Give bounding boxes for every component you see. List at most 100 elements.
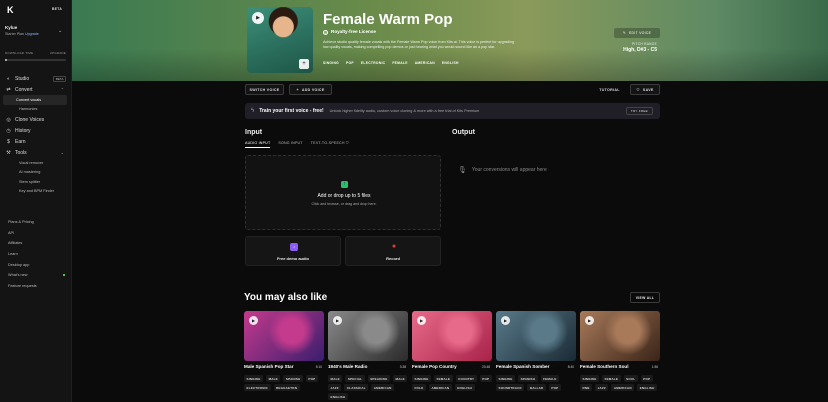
download-time: DOWNLOAD TIME UPGRADE — [5, 51, 66, 55]
nav-studio[interactable]: ◐ Studio BETA — [0, 73, 72, 84]
tag: COUNTRY — [455, 375, 477, 382]
view-all-button[interactable]: VIEW ALL — [630, 292, 660, 303]
chevron-down-icon[interactable]: ⌄ — [58, 28, 62, 34]
studio-icon: ◐ — [6, 75, 11, 82]
footer-learn[interactable]: Learn — [0, 249, 72, 260]
add-voice-button[interactable]: + ADD VOICE — [289, 84, 332, 95]
nav-clone-voices[interactable]: ◎ Clone Voices — [0, 114, 72, 125]
tab-audio-input[interactable]: AUDIO INPUT — [245, 141, 271, 148]
footer-api[interactable]: API — [0, 228, 72, 239]
voice-card[interactable]: ▶ Female Southern Soul 1:56 SINGING FEMALE SO… — [580, 311, 660, 391]
dollar-icon: $ — [7, 138, 10, 145]
switch-voice-button[interactable]: SWITCH VOICE — [245, 84, 284, 95]
drop-subtitle: Click and browse, or drag and drop here. — [311, 202, 377, 206]
voice-card-image[interactable]: ▶ — [496, 311, 576, 361]
sub-ai-mastering[interactable]: AI mastering — [3, 168, 67, 178]
tag: POP — [346, 61, 354, 65]
license-label: © Royalty-free License — [323, 29, 376, 35]
upgrade-link[interactable]: Upgrade — [25, 32, 39, 36]
tag: FEMALE — [434, 375, 453, 382]
try-free-button[interactable]: TRY FREE — [625, 107, 653, 115]
sub-stem-splitter[interactable]: Stem splitter — [3, 177, 67, 187]
voice-card[interactable]: ▶ 1940's Male Radio 3:38 MALE SPECIAL SPEAKIN… — [328, 311, 408, 400]
voice-card-tags: SINGING FEMALE COUNTRY POP FOLK AMERICAN ENGLI… — [412, 375, 492, 391]
voice-card-title: Female Southern Soul 1:56 — [580, 364, 660, 373]
voice-card-image[interactable]: ▶ — [580, 311, 660, 361]
play-icon[interactable]: ▶ — [585, 316, 594, 325]
tag: POP — [548, 384, 561, 391]
kits-logo[interactable]: K — [7, 6, 15, 15]
sub-harmonies[interactable]: Harmonies — [3, 105, 67, 115]
voice-card[interactable]: ▶ Female Spanish Somber 8:40 SINGING SPANISH… — [496, 311, 576, 391]
play-icon[interactable]: ▶ — [252, 12, 264, 24]
add-voice-label: ADD VOICE — [301, 87, 325, 92]
output-placeholder-text: Your conversions will appear here — [471, 167, 547, 173]
tag: SOUNDTRACK — [496, 384, 525, 391]
tag: ELECTRONIC — [244, 384, 271, 391]
tag: RNB — [580, 384, 593, 391]
sub-key-bpm-finder[interactable]: Key and BPM Finder — [3, 187, 67, 197]
upload-icon: ↑ — [341, 181, 348, 188]
user-menu[interactable]: Kylue Starter Plan Upgrade — [5, 25, 39, 36]
footer-affiliates[interactable]: Affiliates — [0, 238, 72, 249]
tag: FOLK — [412, 384, 426, 391]
save-label: SAVE — [642, 87, 654, 92]
tag: POP — [479, 375, 492, 382]
play-icon[interactable]: ▶ — [417, 316, 426, 325]
main-nav: ◐ Studio BETA ⇄ Convert ⌃ Convert vocals Har… — [0, 73, 72, 196]
sub-vocal-remover[interactable]: Vocal remover — [3, 158, 67, 168]
trial-banner: ϟ Train your first voice - free! Unlock … — [245, 103, 660, 119]
edit-voice-label: EDIT VOICE — [629, 31, 652, 35]
footer-feature-requests[interactable]: Feature requests — [0, 281, 72, 292]
pitch-range-label: PITCH RANGE — [631, 42, 657, 46]
main-content: ▶ + Female Warm Pop © Royalty-free Licens… — [72, 0, 828, 402]
voice-card-name: Female Spanish Somber — [496, 364, 550, 369]
tag: REGGAETON — [273, 384, 300, 391]
tag: SPANISH — [518, 375, 538, 382]
nav-label: Earn — [15, 138, 26, 145]
sidebar-footer: Plans & Pricing API Affiliates Learn Des… — [0, 217, 72, 291]
microphone-icon: 🎙︎ — [458, 167, 467, 174]
play-icon[interactable]: ▶ — [501, 316, 510, 325]
voice-card[interactable]: ▶ Female Pop Country 23:48 SINGING FEMALE COU… — [412, 311, 492, 391]
heart-icon: ♡ — [636, 87, 640, 92]
voice-card-image[interactable]: ▶ — [412, 311, 492, 361]
tools-icon: ⚒ — [6, 149, 11, 156]
footer-desktop-app[interactable]: Desktop app — [0, 259, 72, 270]
tag: ELECTRONIC — [360, 61, 386, 65]
tag: SINGING — [412, 375, 432, 382]
voice-card-duration: 3:38 — [399, 365, 406, 369]
output-placeholder: 🎙︎ Your conversions will appear here — [458, 166, 547, 174]
tag: ENGLISH — [328, 393, 348, 400]
footer-whats-new[interactable]: What's new — [0, 270, 72, 281]
save-button[interactable]: ♡ SAVE — [630, 84, 660, 95]
sub-convert-vocals[interactable]: Convert vocals — [3, 95, 67, 105]
free-demo-label: Free demo audio — [276, 256, 309, 261]
tab-song-input[interactable]: SONG INPUT — [278, 141, 302, 148]
plus-icon: + — [296, 87, 299, 92]
tag: AMERICAN — [428, 384, 452, 391]
nav-history[interactable]: ◷ History — [0, 125, 72, 136]
nav-convert[interactable]: ⇄ Convert ⌃ — [0, 84, 72, 95]
play-icon[interactable]: ▶ — [333, 316, 342, 325]
tutorial-button[interactable]: TUTORIAL — [592, 84, 627, 95]
voice-card[interactable]: ▶ Male Spanish Pop Star 5:10 SINGING MALE SPA… — [244, 311, 324, 391]
nav-tools[interactable]: ⚒ Tools ⌄ — [0, 147, 72, 158]
file-drop-zone[interactable]: ↑ Add or drop up to 5 files Click and br… — [245, 155, 441, 230]
edit-voice-button[interactable]: ✎ EDIT VOICE — [614, 28, 660, 38]
record-button[interactable]: ● Record — [345, 236, 441, 266]
add-icon[interactable]: + — [299, 59, 309, 69]
download-upgrade[interactable]: UPGRADE — [50, 51, 66, 55]
voice-card-title: Female Spanish Somber 8:40 — [496, 364, 576, 373]
tag: POP — [640, 375, 653, 382]
free-demo-audio-button[interactable]: ♪ Free demo audio — [245, 236, 341, 266]
play-icon[interactable]: ▶ — [249, 316, 258, 325]
voice-card-image[interactable]: ▶ — [328, 311, 408, 361]
new-indicator-dot — [63, 274, 65, 277]
nav-earn[interactable]: $ Earn — [0, 136, 72, 147]
voice-card-image[interactable]: ▶ — [244, 311, 324, 361]
tag: JAZZ — [328, 384, 342, 391]
footer-plans[interactable]: Plans & Pricing — [0, 217, 72, 228]
license-icon: © — [323, 30, 328, 35]
tab-text-to-speech[interactable]: TEXT-TO-SPEECH ⛉ — [311, 141, 349, 148]
